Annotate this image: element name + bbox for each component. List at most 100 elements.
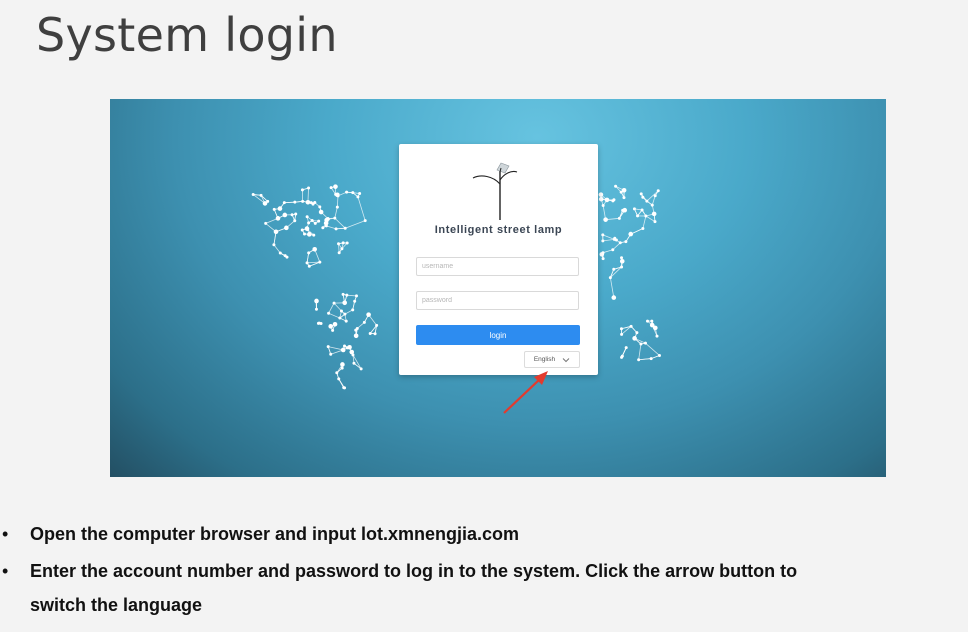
map-node xyxy=(266,199,270,203)
chevron-down-icon[interactable] xyxy=(562,357,570,363)
street-lamp-logo-icon xyxy=(472,162,518,220)
map-node xyxy=(316,321,320,325)
map-node xyxy=(601,239,605,243)
map-node xyxy=(653,220,657,224)
map-node xyxy=(604,197,610,203)
map-node xyxy=(636,214,640,218)
map-node xyxy=(293,219,297,223)
map-node xyxy=(342,300,348,306)
map-node xyxy=(619,327,623,331)
map-node xyxy=(614,184,618,188)
map-node xyxy=(329,352,333,356)
map-node xyxy=(641,227,645,231)
map-node xyxy=(641,195,645,199)
map-node xyxy=(321,226,325,230)
map-node xyxy=(341,241,345,245)
map-node xyxy=(301,199,305,203)
map-node xyxy=(311,202,315,206)
map-node xyxy=(332,301,336,305)
map-node xyxy=(303,232,307,236)
map-node xyxy=(356,195,360,199)
password-input[interactable] xyxy=(416,291,579,310)
map-node xyxy=(305,215,309,219)
map-node xyxy=(327,311,331,315)
username-input[interactable] xyxy=(416,257,579,276)
map-node xyxy=(601,204,605,208)
map-node xyxy=(639,192,643,196)
map-node xyxy=(353,333,359,339)
map-node xyxy=(355,326,359,330)
map-node xyxy=(282,212,288,218)
map-node xyxy=(601,233,605,237)
map-node xyxy=(333,184,338,189)
map-node xyxy=(619,190,623,194)
map-node xyxy=(598,192,604,197)
map-node xyxy=(617,216,621,220)
map-node xyxy=(629,324,633,328)
map-node xyxy=(337,251,341,255)
map-node xyxy=(612,237,616,241)
map-node xyxy=(651,211,657,217)
map-node xyxy=(653,194,657,198)
map-node xyxy=(307,251,311,255)
map-node xyxy=(307,264,311,268)
map-node xyxy=(618,241,622,245)
map-node xyxy=(611,248,615,252)
map-node xyxy=(284,225,289,231)
map-node xyxy=(314,299,318,303)
map-node xyxy=(368,331,372,335)
map-node xyxy=(358,192,362,196)
map-node xyxy=(318,209,324,215)
map-node xyxy=(312,233,316,237)
map-node xyxy=(650,203,654,207)
map-node xyxy=(612,198,616,202)
slide-title: System login xyxy=(36,8,338,62)
map-node xyxy=(319,321,323,325)
bullet-icon: • xyxy=(2,561,9,581)
map-node xyxy=(366,312,371,317)
map-node xyxy=(300,188,304,192)
map-node xyxy=(343,386,347,390)
map-node xyxy=(337,377,341,381)
map-node xyxy=(333,216,337,220)
list-item-text: Open the computer browser and input lot.… xyxy=(30,524,520,544)
map-node xyxy=(344,319,348,323)
map-node xyxy=(632,336,637,341)
map-node xyxy=(335,371,339,375)
map-node xyxy=(294,212,298,216)
map-node xyxy=(332,321,338,327)
map-node xyxy=(305,261,309,265)
map-node xyxy=(290,213,294,217)
map-node xyxy=(336,194,340,198)
map-node xyxy=(304,226,310,231)
map-node xyxy=(264,221,268,225)
map-node xyxy=(339,309,343,313)
map-node xyxy=(655,334,659,338)
map-node xyxy=(608,276,612,280)
map-node xyxy=(334,227,338,231)
map-node xyxy=(656,189,660,193)
map-node xyxy=(313,221,317,225)
login-button[interactable]: login xyxy=(416,325,580,345)
map-node xyxy=(345,346,349,350)
map-node xyxy=(363,219,367,223)
map-node xyxy=(351,353,355,357)
map-node xyxy=(293,200,297,204)
map-node xyxy=(272,243,276,247)
map-node xyxy=(345,190,349,194)
map-node xyxy=(307,232,312,237)
map-node xyxy=(317,219,321,223)
map-node xyxy=(649,357,653,361)
map-node xyxy=(312,246,317,252)
map-node xyxy=(343,226,347,230)
map-node xyxy=(644,214,648,218)
language-select[interactable]: English xyxy=(524,351,580,368)
map-node xyxy=(326,345,330,349)
map-node xyxy=(643,341,647,345)
map-node xyxy=(612,267,616,271)
map-node xyxy=(657,353,661,357)
map-node xyxy=(275,216,281,221)
map-node xyxy=(611,295,617,300)
map-node xyxy=(375,323,379,327)
map-node xyxy=(318,205,322,209)
